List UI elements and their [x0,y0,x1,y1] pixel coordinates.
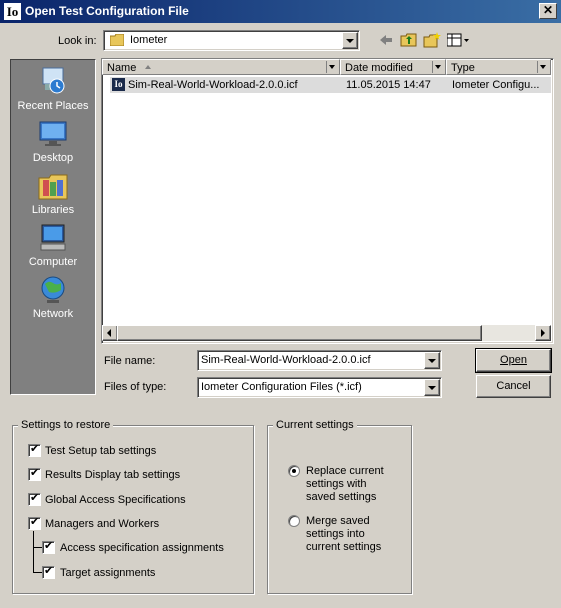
view-menu-icon[interactable] [446,33,471,47]
replace-current-radio[interactable] [288,465,300,477]
file-type-combo[interactable]: Iometer Configuration Files (*.icf) [197,377,442,398]
replace-current-line2: settings with [306,478,367,490]
look-in-combo[interactable]: Iometer [103,30,360,51]
network-icon [37,274,69,306]
global-access-checkbox[interactable] [28,491,41,506]
place-label: Libraries [31,204,75,216]
scroll-left-button[interactable] [102,325,118,341]
close-button[interactable]: ✕ [539,3,557,19]
access-spec-assign-checkbox[interactable] [42,539,55,554]
open-button[interactable]: Open [475,348,552,373]
current-settings-group [267,425,412,594]
tree-connector [33,572,42,573]
file-name-label: File name: [104,355,156,367]
place-libraries[interactable]: Libraries [11,170,95,216]
global-access-label: Global Access Specifications [45,494,186,506]
results-display-checkbox[interactable] [28,466,41,481]
look-in-value: Iometer [130,34,168,46]
place-label: Desktop [32,152,74,164]
app-icon: Io [4,3,21,20]
back-arrow-icon[interactable] [378,33,394,47]
file-type: Iometer Configu... [452,79,540,91]
column-header-date[interactable]: Date modified [340,59,446,75]
managers-workers-checkbox[interactable] [28,515,41,530]
access-spec-assign-label: Access specification assignments [60,542,224,554]
target-assign-label: Target assignments [60,567,156,579]
look-in-label: Look in: [58,35,97,47]
managers-workers-label: Managers and Workers [45,518,160,530]
place-desktop[interactable]: Desktop [11,118,95,164]
desktop-icon [37,118,69,150]
tree-connector [33,531,34,573]
cancel-button[interactable]: Cancel [476,375,551,398]
merge-saved-line2: settings into [306,528,365,540]
place-label: Recent Places [17,100,89,112]
arrow-right-icon [541,329,545,337]
chevron-down-icon[interactable] [424,352,440,369]
replace-current-line1: Replace current [306,465,384,477]
file-type-label: Files of type: [104,381,167,393]
place-label: Network [32,308,74,320]
file-name: Sim-Real-World-Workload-2.0.0.icf [128,79,298,91]
target-assign-checkbox[interactable] [42,564,55,579]
place-recent-places[interactable]: Recent Places [11,66,95,112]
list-item[interactable]: Io Sim-Real-World-Workload-2.0.0.icf 11.… [110,77,551,93]
column-filter-dropdown[interactable] [326,61,338,73]
recent-places-icon [37,66,69,98]
file-name-combo[interactable]: Sim-Real-World-Workload-2.0.0.icf [197,350,442,371]
window-title: Open Test Configuration File [25,4,189,18]
new-folder-icon[interactable] [423,32,441,48]
file-name-value: Sim-Real-World-Workload-2.0.0.icf [201,354,371,366]
scroll-right-button[interactable] [535,325,551,341]
arrow-left-icon [107,329,111,337]
sort-arrow-icon [145,65,151,69]
libraries-icon [37,170,69,202]
results-display-label: Results Display tab settings [45,469,181,481]
chevron-down-icon[interactable] [342,32,358,49]
column-header-name[interactable]: Name [102,59,340,75]
folder-icon [109,33,125,47]
replace-current-line3: saved settings [306,491,377,503]
tree-connector [33,547,42,548]
places-bar: Recent Places Desktop Libraries Computer… [10,59,96,395]
icf-file-icon: Io [112,78,125,91]
column-header-type[interactable]: Type [446,59,551,75]
computer-icon [37,222,69,254]
place-label: Computer [28,256,78,268]
file-date: 11.05.2015 14:47 [346,79,431,91]
current-settings-title: Current settings [273,419,357,431]
chevron-down-icon[interactable] [424,379,440,396]
test-setup-label: Test Setup tab settings [45,445,157,457]
merge-saved-line3: current settings [306,541,382,553]
test-setup-checkbox[interactable] [28,442,41,457]
up-folder-icon[interactable] [400,32,418,48]
title-bar: Io Open Test Configuration File ✕ [0,0,561,23]
column-filter-dropdown[interactable] [537,61,549,73]
merge-saved-radio[interactable] [288,515,300,527]
place-network[interactable]: Network [11,274,95,320]
file-type-value: Iometer Configuration Files (*.icf) [201,381,362,393]
scroll-thumb[interactable] [117,325,482,341]
file-list[interactable]: Name Date modified Type Io Sim-Real-Worl… [101,58,554,344]
merge-saved-line1: Merge saved [306,515,370,527]
column-filter-dropdown[interactable] [432,61,444,73]
settings-to-restore-title: Settings to restore [18,419,114,431]
place-computer[interactable]: Computer [11,222,95,268]
horizontal-scrollbar[interactable] [102,325,551,341]
